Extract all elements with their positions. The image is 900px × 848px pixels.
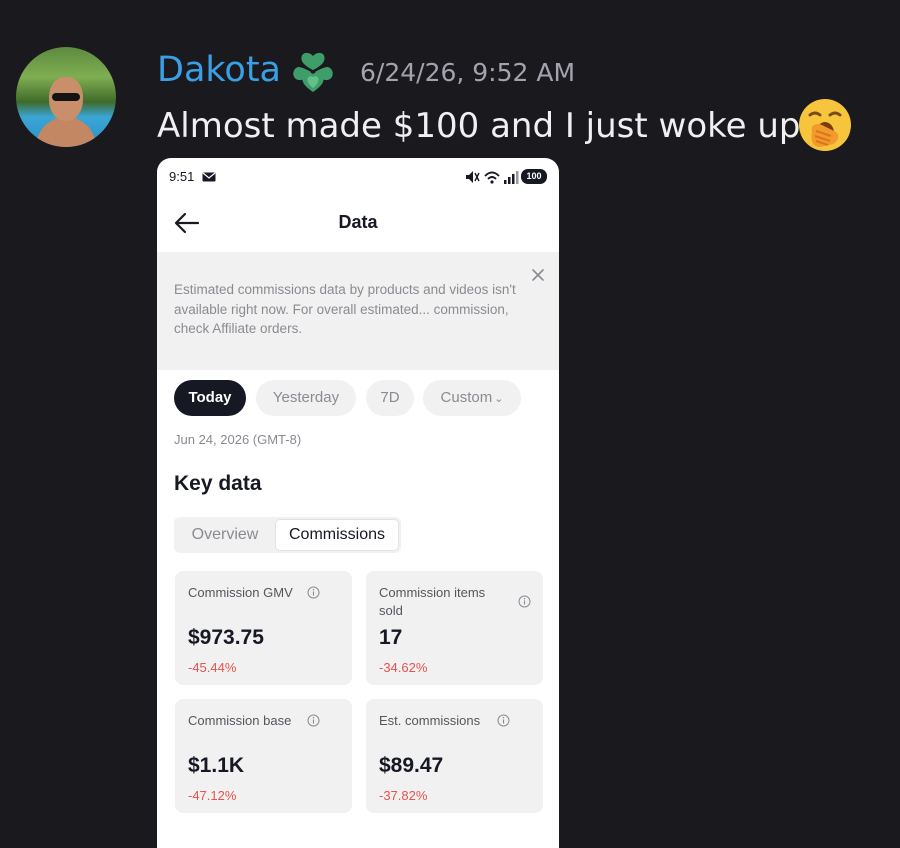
metric-label: Commission base	[188, 713, 292, 728]
message-timestamp: 6/24/26, 9:52 AM	[360, 58, 576, 87]
metric-value: $973.75	[188, 626, 264, 649]
metric-card-commission-base[interactable]: Commission base $1.1K -47.12%	[175, 699, 352, 813]
avatar-sunglasses	[52, 93, 80, 101]
avatar-torso	[36, 117, 96, 147]
message-text: Almost made $100 and I just woke up	[157, 106, 801, 146]
chat-message: Dakota 6/24/26, 9:52 AM Almost made $100…	[0, 0, 900, 848]
green-heart-badge-icon	[293, 52, 333, 92]
nav-bar: Data	[157, 198, 559, 250]
data-tabs: Overview Commissions	[174, 517, 401, 553]
notice-text: Estimated commissions data by products a…	[174, 282, 516, 336]
page-title: Data	[338, 212, 378, 232]
date-label: Jun 24, 2026 (GMT-8)	[174, 432, 302, 447]
message-author[interactable]: Dakota	[157, 48, 281, 92]
chip-custom[interactable]: Custom ⌄	[423, 380, 521, 416]
yawning-face-emoji	[799, 99, 851, 151]
chip-yesterday[interactable]: Yesterday	[256, 380, 356, 416]
metric-delta: -34.62%	[379, 660, 428, 675]
chevron-down-icon: ⌄	[494, 393, 504, 405]
notice-banner: Estimated commissions data by products a…	[157, 252, 559, 370]
chip-custom-label: Custom	[440, 389, 493, 406]
metric-delta: -47.12%	[188, 788, 237, 803]
metric-label: Commission items sold	[379, 585, 486, 618]
mail-icon	[202, 172, 216, 182]
metric-delta: -37.82%	[379, 788, 428, 803]
metric-value: 17	[379, 626, 403, 649]
metric-card-commission-items-sold[interactable]: Commission items sold 17 -34.62%	[366, 571, 543, 685]
tab-commissions[interactable]: Commissions	[276, 520, 398, 550]
chip-today[interactable]: Today	[174, 380, 246, 416]
status-bar: 9:51 100	[157, 158, 559, 198]
tab-overview[interactable]: Overview	[177, 520, 273, 550]
metric-value: $89.47	[379, 754, 444, 777]
status-time: 9:51	[169, 169, 195, 184]
chip-7d[interactable]: 7D	[366, 380, 414, 416]
info-icon[interactable]	[497, 714, 510, 727]
close-icon[interactable]	[531, 268, 545, 282]
phone-screenshot[interactable]: 9:51 100 Data Estimated commissions data…	[157, 158, 559, 848]
info-icon[interactable]	[518, 595, 531, 608]
battery-indicator: 100	[521, 169, 547, 184]
metric-delta: -45.44%	[188, 660, 237, 675]
metric-card-commission-gmv[interactable]: Commission GMV $973.75 -45.44%	[175, 571, 352, 685]
info-icon[interactable]	[307, 714, 320, 727]
section-title: Key data	[174, 472, 262, 495]
metric-value: $1.1K	[188, 754, 245, 777]
metric-card-est-commissions[interactable]: Est. commissions $89.47 -37.82%	[366, 699, 543, 813]
info-icon[interactable]	[307, 586, 320, 599]
metric-label: Commission GMV	[188, 585, 293, 600]
avatar[interactable]	[16, 47, 116, 147]
